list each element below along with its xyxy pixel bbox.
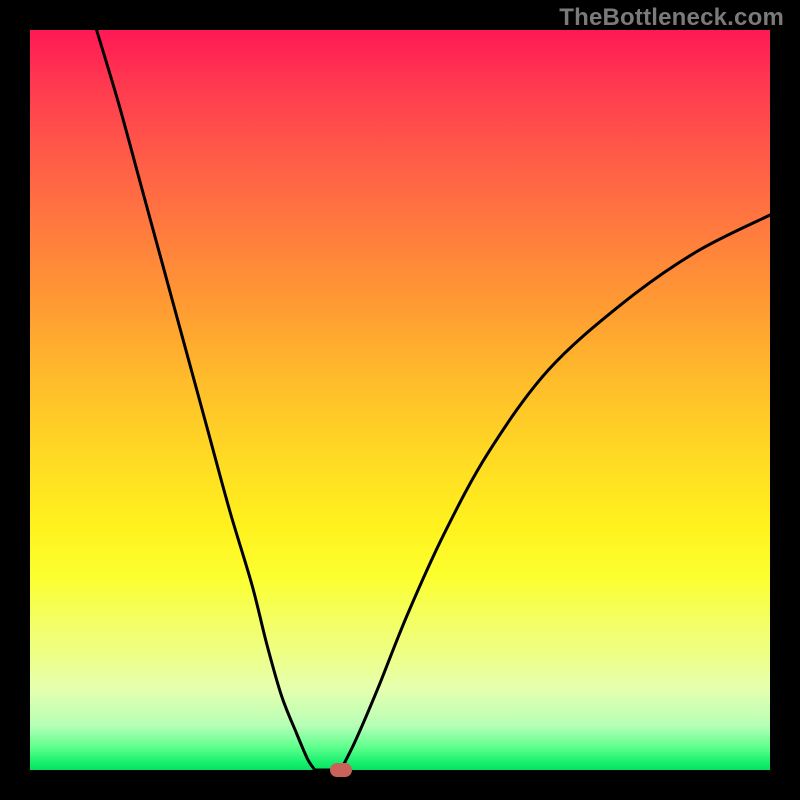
curve-right bbox=[341, 215, 770, 770]
attribution-text: TheBottleneck.com bbox=[559, 4, 784, 32]
plot-area bbox=[30, 30, 770, 770]
curve-left bbox=[97, 30, 315, 770]
curve-svg bbox=[30, 30, 770, 770]
bottleneck-marker bbox=[330, 763, 352, 777]
chart-frame: TheBottleneck.com bbox=[0, 0, 800, 800]
